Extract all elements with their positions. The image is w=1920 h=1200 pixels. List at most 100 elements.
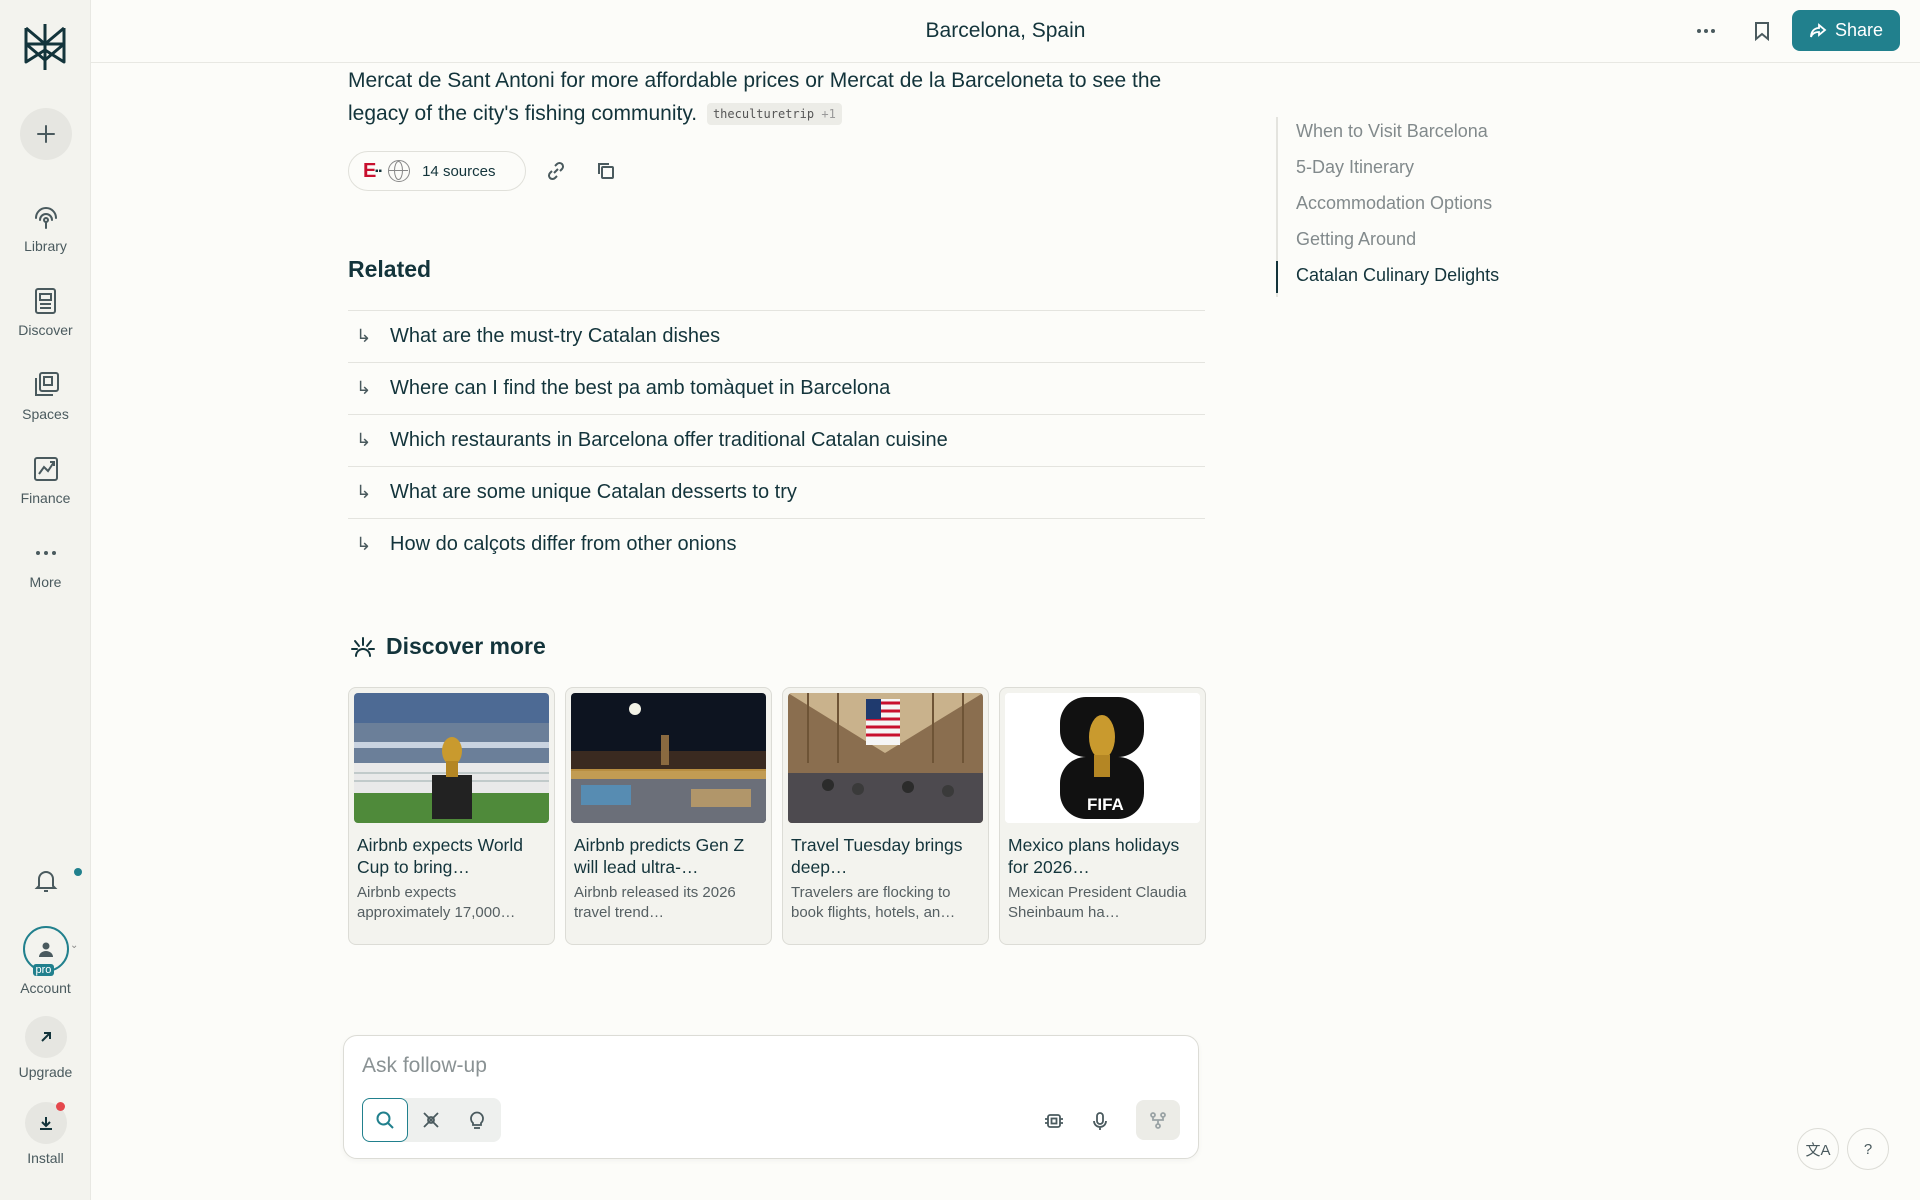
related-item-text: How do calçots differ from other onions [390, 533, 737, 555]
question-icon: ? [1863, 1140, 1873, 1158]
toc-item[interactable]: 5-Day Itinerary [1278, 153, 1576, 189]
bookmark-icon [1755, 22, 1769, 41]
citation-chip[interactable]: theculturetrip +1 [706, 103, 842, 125]
citation-source: theculturetrip [712, 107, 815, 121]
discover-icon [31, 286, 61, 316]
sidebar-item-more[interactable]: More [0, 538, 91, 590]
bell-icon [34, 868, 58, 897]
upgrade-circle [24, 1016, 67, 1058]
chevron-down-icon[interactable]: ⌄ [70, 940, 78, 951]
copy-link-button[interactable] [545, 160, 567, 182]
related-item-text: What are the must-try Catalan dishes [390, 325, 721, 347]
upgrade-button[interactable]: Upgrade [0, 1016, 91, 1080]
user-icon [38, 942, 53, 957]
chip-icon [1045, 1114, 1063, 1128]
related-item[interactable]: ↳ What are some unique Catalan desserts … [348, 466, 1205, 518]
card-snippet: Travelers are flocking to book flights, … [791, 884, 956, 921]
card-image: FIFA [1005, 693, 1200, 823]
new-thread-button[interactable] [20, 108, 72, 160]
card-snippet: Airbnb expects approximately 17,000… [357, 884, 516, 921]
labs-mode-button[interactable] [454, 1098, 500, 1142]
card-snippet: Airbnb released its 2026 travel trend… [574, 884, 736, 921]
related-item[interactable]: ↳ How do calçots differ from other onion… [348, 518, 1205, 570]
share-button[interactable]: Share [1792, 10, 1900, 51]
account-button[interactable]: pro ⌄ Account [0, 926, 91, 996]
sparkle-icon [351, 636, 375, 657]
finance-icon [31, 454, 61, 484]
model-chip-button[interactable] [1044, 1111, 1064, 1131]
bookmark-button[interactable] [1747, 16, 1777, 46]
discover-more-title: Discover more [386, 633, 546, 659]
page-title: Barcelona, Spain [925, 19, 1086, 42]
source-dash-icon: ▪▪ [375, 165, 383, 177]
related-heading: Related [348, 256, 432, 282]
toc-item[interactable]: When to Visit Barcelona [1278, 117, 1576, 153]
avatar: pro [22, 926, 69, 976]
discover-card[interactable]: FIFA Mexico plans holidays for 2026… Mex… [999, 687, 1206, 945]
discover-card[interactable]: Airbnb predicts Gen Z will lead ultra-… … [565, 687, 772, 945]
pro-badge: pro [32, 964, 55, 976]
card-title: Airbnb predicts Gen Z will lead ultra-… [574, 835, 745, 877]
card-title: Airbnb expects World Cup to bring… [357, 835, 524, 877]
related-list: ↳ What are the must-try Catalan dishes ↳… [348, 310, 1205, 570]
toc-item[interactable]: Getting Around [1278, 225, 1576, 261]
share-label: Share [1834, 20, 1884, 40]
related-item-text: Where can I find the best pa amb tomàque… [390, 377, 891, 399]
copy-button[interactable] [596, 161, 618, 183]
research-mode-button[interactable] [408, 1098, 454, 1142]
return-arrow-icon: ↳ [356, 378, 372, 398]
language-button[interactable]: 文A [1797, 1128, 1839, 1170]
help-button[interactable]: ? [1847, 1128, 1889, 1170]
search-mode-button[interactable] [362, 1098, 408, 1142]
followup-input[interactable] [362, 1054, 1062, 1078]
answer-paragraph: Mercat de Sant Antoni for more affordabl… [348, 64, 1208, 130]
link-icon [547, 161, 565, 181]
more-options-button[interactable] [1691, 16, 1721, 46]
arrow-up-right-icon [40, 1032, 51, 1042]
sidebar-item-label: Finance [20, 490, 71, 506]
return-arrow-icon: ↳ [356, 326, 372, 346]
sidebar-item-finance[interactable]: Finance [0, 454, 91, 506]
return-arrow-icon: ↳ [356, 534, 372, 554]
table-of-contents: When to Visit Barcelona 5-Day Itinerary … [1276, 117, 1576, 297]
install-button[interactable]: Install [0, 1102, 91, 1166]
discover-more-heading: Discover more [350, 633, 546, 660]
citation-more: +1 [821, 107, 836, 121]
sidebar-item-library[interactable]: Library [0, 202, 91, 254]
related-item[interactable]: ↳ Where can I find the best pa amb tomàq… [348, 362, 1205, 414]
research-icon [423, 1112, 439, 1128]
search-icon [376, 1111, 394, 1129]
search-mode-selector [362, 1098, 501, 1142]
return-arrow-icon: ↳ [356, 430, 372, 450]
discover-card[interactable]: Travel Tuesday brings deep… Travelers ar… [782, 687, 989, 945]
account-label: Account [20, 980, 71, 996]
top-bar: Barcelona, Spain Share [91, 0, 1920, 63]
ellipsis-icon [1697, 29, 1715, 33]
toc-item[interactable]: Accommodation Options [1278, 189, 1576, 225]
library-icon [31, 202, 61, 232]
return-arrow-icon: ↳ [356, 482, 372, 502]
sidebar-item-label: Discover [18, 322, 73, 338]
download-icon [39, 1117, 52, 1130]
sidebar-item-spaces[interactable]: Spaces [0, 370, 91, 422]
related-item[interactable]: ↳ What are the must-try Catalan dishes [348, 310, 1205, 362]
card-image [354, 693, 549, 823]
install-alert-dot [55, 1102, 65, 1111]
sidebar-item-label: More [29, 574, 62, 590]
sources-count: 14 sources [422, 162, 496, 180]
perplexity-logo-icon[interactable] [22, 22, 68, 72]
notifications-button[interactable] [0, 868, 91, 897]
globe-icon [388, 160, 411, 182]
voice-input-button[interactable] [1090, 1111, 1110, 1131]
sources-button[interactable]: E ▪▪ 14 sources [348, 151, 526, 191]
sidebar-item-discover[interactable]: Discover [0, 286, 91, 338]
sidebar-item-label: Spaces [22, 406, 69, 422]
submit-button[interactable] [1136, 1100, 1180, 1140]
discover-card[interactable]: Airbnb expects World Cup to bring… Airbn… [348, 687, 555, 945]
card-snippet: Mexican President Claudia Sheinbaum ha… [1008, 884, 1187, 921]
source-favicon-icon: E [363, 160, 377, 182]
toc-item-active[interactable]: Catalan Culinary Delights [1276, 261, 1576, 297]
fifa-logo-text: FIFA [1087, 795, 1124, 814]
card-image [788, 693, 983, 823]
related-item[interactable]: ↳ Which restaurants in Barcelona offer t… [348, 414, 1205, 466]
